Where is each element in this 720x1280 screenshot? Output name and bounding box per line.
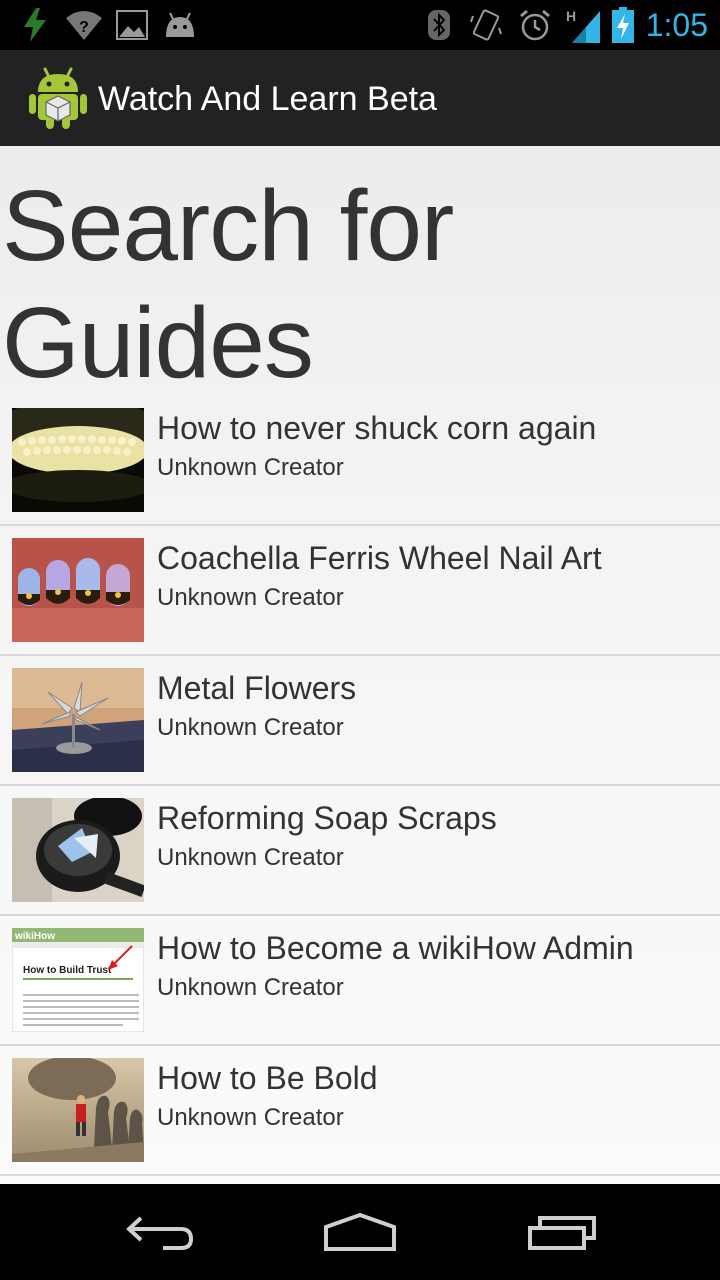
charging-bolt-icon (22, 0, 48, 50)
guide-item-corn[interactable]: How to never shuck corn again Unknown Cr… (0, 396, 720, 526)
svg-text:wikiHow: wikiHow (14, 931, 55, 942)
wifi-question-icon: ? (66, 0, 102, 50)
guide-creator: Unknown Creator (157, 844, 344, 871)
back-icon[interactable] (100, 1202, 220, 1262)
android-debug-icon (162, 0, 198, 50)
guide-search-screen: Search for Guides How to never shuck cor… (0, 146, 720, 1184)
action-bar: Watch And Learn Beta (0, 50, 720, 146)
guide-title: How to Be Bold (157, 1060, 378, 1096)
battery-charging-icon (612, 0, 634, 50)
svg-text:How to Build Trust: How to Build Trust (23, 965, 112, 976)
guide-item-wikihow[interactable]: wikiHow How to Build Trust How to Become… (0, 916, 720, 1046)
guide-title: Metal Flowers (157, 670, 357, 706)
guide-creator: Unknown Creator (157, 584, 344, 611)
guide-thumbnail-corn (12, 408, 144, 512)
guide-thumbnail-be-bold (12, 1058, 144, 1162)
signal-icon: H (566, 0, 602, 50)
guide-title: How to never shuck corn again (157, 410, 597, 446)
guide-thumbnail-wikihow: wikiHow How to Build Trust (12, 928, 144, 1032)
page-title: Search for Guides (2, 170, 454, 399)
guide-creator: Unknown Creator (157, 1104, 344, 1131)
guide-title: Coachella Ferris Wheel Nail Art (157, 540, 602, 576)
guide-title: Reforming Soap Scraps (157, 800, 497, 836)
recent-apps-icon[interactable] (502, 1202, 622, 1262)
android-app-icon[interactable] (28, 66, 88, 130)
guide-creator: Unknown Creator (157, 974, 344, 1001)
app-title: Watch And Learn Beta (98, 80, 437, 118)
guide-thumbnail-metal-flowers (12, 668, 144, 772)
guide-thumbnail-soap (12, 798, 144, 902)
status-bar: ? H 1:05 (0, 0, 720, 50)
bluetooth-icon (428, 0, 450, 50)
guide-creator: Unknown Creator (157, 454, 344, 481)
guide-title: How to Become a wikiHow Admin (157, 930, 634, 966)
guide-list[interactable]: How to never shuck corn again Unknown Cr… (0, 396, 720, 1176)
navigation-bar (0, 1184, 720, 1280)
svg-text:?: ? (79, 19, 89, 36)
guide-item-nails[interactable]: Coachella Ferris Wheel Nail Art Unknown … (0, 526, 720, 656)
guide-item-metal-flowers[interactable]: Metal Flowers Unknown Creator (0, 656, 720, 786)
clock: 1:05 (645, 7, 708, 43)
home-icon[interactable] (300, 1202, 420, 1262)
svg-text:H: H (566, 8, 576, 24)
alarm-icon (518, 0, 552, 50)
guide-item-be-bold[interactable]: How to Be Bold Unknown Creator (0, 1046, 720, 1176)
guide-thumbnail-nails (12, 538, 144, 642)
vibrate-icon (470, 0, 502, 50)
guide-creator: Unknown Creator (157, 714, 344, 741)
gallery-icon (116, 0, 148, 50)
guide-item-soap[interactable]: Reforming Soap Scraps Unknown Creator (0, 786, 720, 916)
